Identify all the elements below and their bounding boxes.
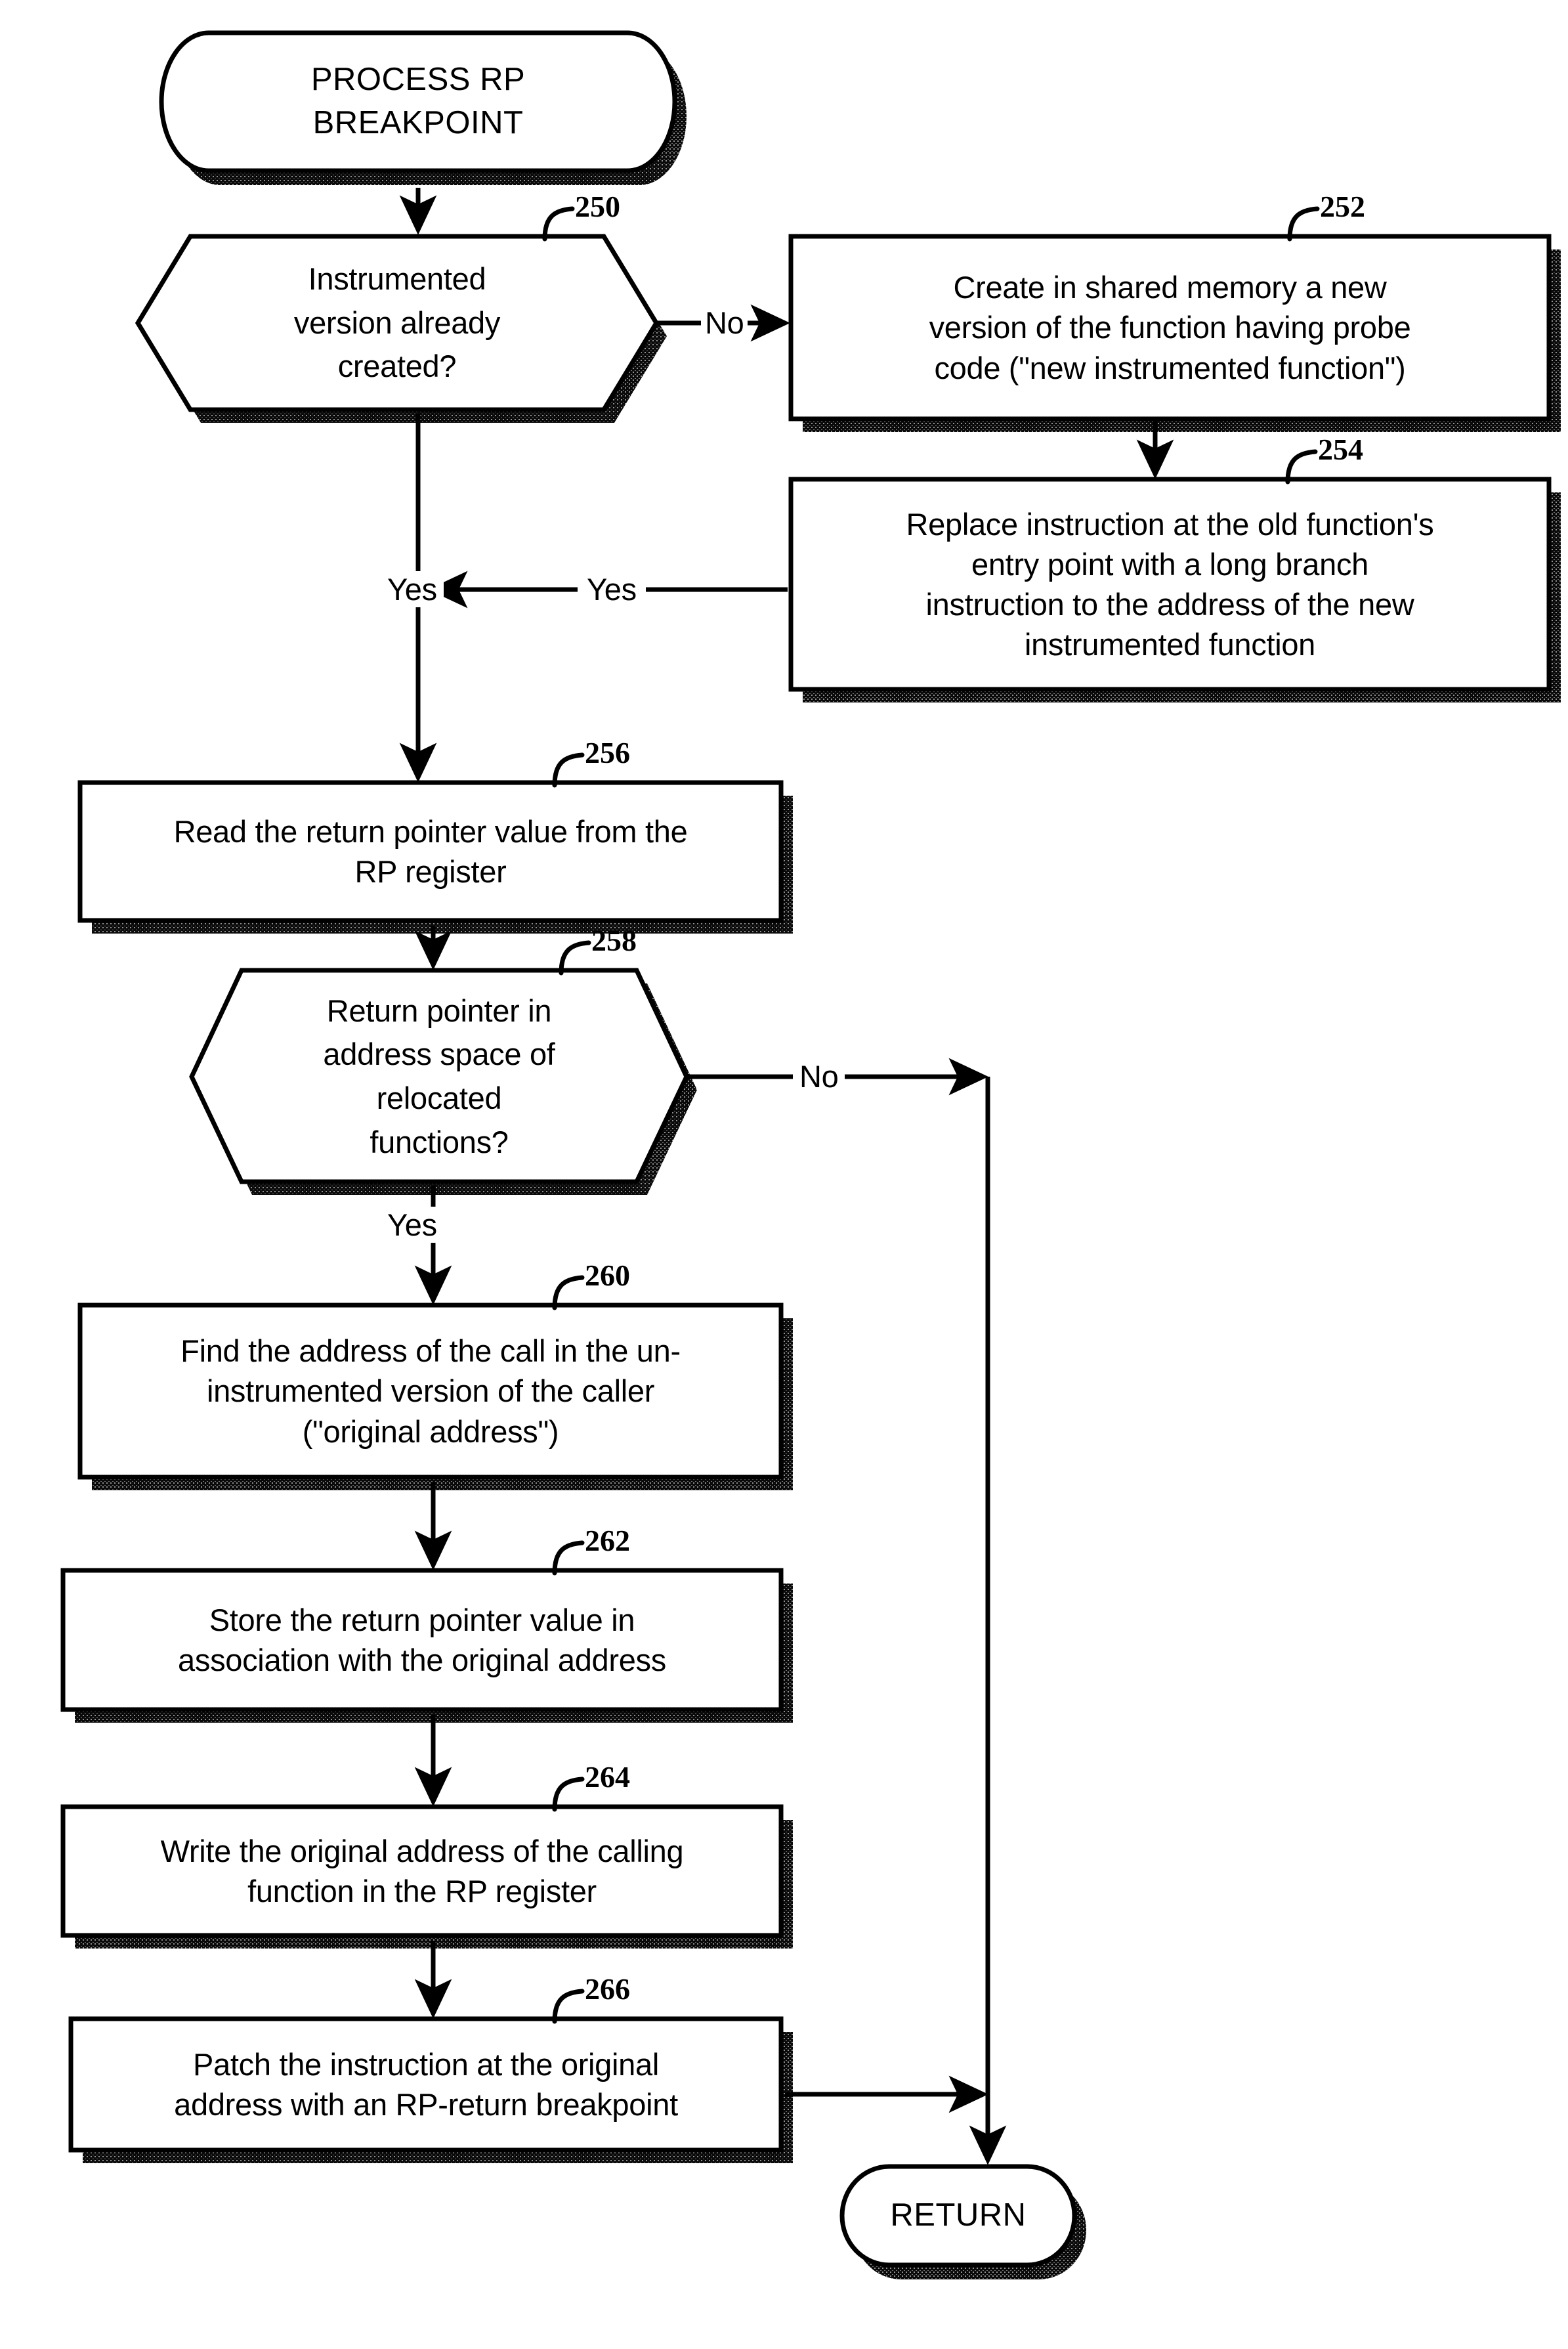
reference-numeral-262: 262 (585, 1524, 630, 1557)
process-262-shape (60, 1568, 784, 1712)
process-254-shape (788, 477, 1552, 692)
reference-numeral-252: 252 (1320, 190, 1365, 223)
start-terminator-shape (159, 30, 677, 173)
reference-numeral-258: 258 (591, 924, 637, 957)
reference-numeral-250: 250 (575, 190, 620, 223)
reference-numeral-256: 256 (585, 736, 630, 769)
edge-label-250-no: No (701, 305, 748, 341)
decision-258-shape (189, 968, 689, 1184)
return-terminator-shape (839, 2164, 1077, 2268)
reference-numeral-260: 260 (585, 1259, 630, 1292)
edge-label-258-yes: Yes (381, 1207, 444, 1243)
reference-numeral-266: 266 (585, 1972, 630, 2006)
decision-250-shape (135, 234, 660, 412)
edge-label-258-no: No (793, 1058, 845, 1094)
process-264-shape (60, 1804, 784, 1938)
reference-numeral-254: 254 (1318, 433, 1363, 466)
edge-label-254-yes: Yes (578, 571, 646, 607)
reference-numeral-264: 264 (585, 1760, 630, 1794)
edge-label-250-yes: Yes (381, 571, 444, 607)
process-266-shape (68, 2016, 784, 2153)
flowchart-figure: PROCESS RP BREAKPOINT Instrumented versi… (0, 0, 1568, 2349)
process-260-shape (77, 1303, 784, 1480)
process-256-shape (77, 780, 784, 923)
flowchart-graphics (60, 30, 1561, 2279)
process-252-shape (788, 234, 1552, 421)
